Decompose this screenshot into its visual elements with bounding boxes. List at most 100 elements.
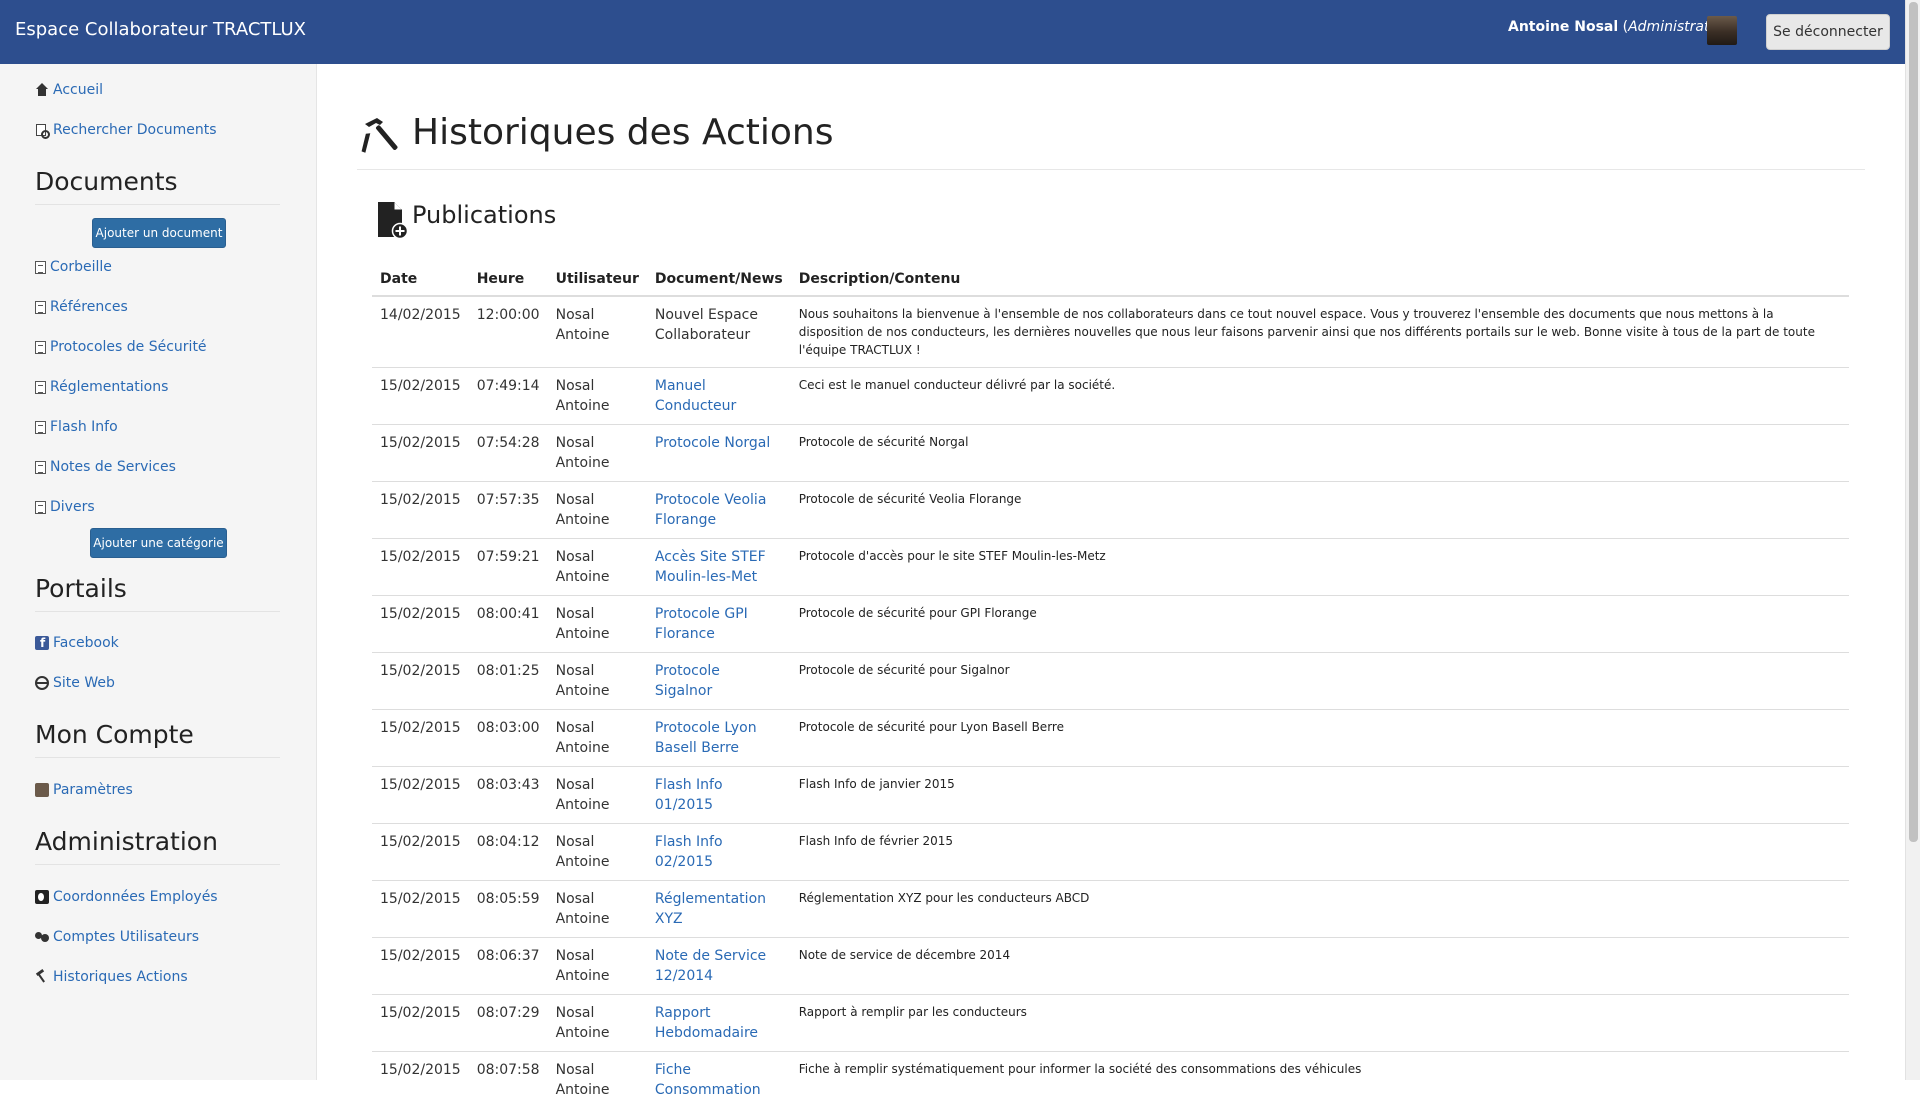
cell-date: 15/02/2015 xyxy=(372,424,469,482)
column-header-utilisateur[interactable]: Utilisateur xyxy=(547,262,647,297)
document-link[interactable]: Accès Site STEF Moulin-les-Met xyxy=(655,549,766,585)
document-link[interactable]: Fiche Consommation xyxy=(655,1062,761,1098)
cell-description: Protocole de sécurité pour GPI Florange xyxy=(790,595,1849,653)
sidebar-item-accueil[interactable]: Accueil xyxy=(35,78,103,102)
cell-document: Nouvel Espace Collaborateur xyxy=(646,295,791,368)
table-row: 15/02/2015 07:59:21 Nosal Antoine Accès Site… xyxy=(372,538,1849,596)
sidebar-item-label: Coordonnées Employés xyxy=(53,889,218,905)
brand-title[interactable]: Espace Collaborateur TRACTLUX xyxy=(15,19,306,40)
document-link[interactable]: Protocole GPI Florance xyxy=(655,606,748,642)
cell-document: Protocole Norgal xyxy=(646,424,791,482)
sidebar-item-label: Notes de Services xyxy=(50,459,176,475)
document-link[interactable]: Protocole Sigalnor xyxy=(655,663,720,699)
user-last-name: Nosal xyxy=(555,606,595,622)
sidebar-item-divers[interactable]: Divers xyxy=(35,495,95,519)
user-last-name: Nosal xyxy=(555,307,595,323)
sidebar-item-parametres[interactable]: Paramètres xyxy=(35,778,133,802)
sidebar-item-flash-info[interactable]: Flash Info xyxy=(35,415,118,439)
cell-user: Nosal Antoine xyxy=(547,937,647,995)
sidebar-item-label: Facebook xyxy=(53,635,119,651)
search-document-icon xyxy=(35,123,50,139)
section-title-portails: Portails xyxy=(35,574,280,612)
cell-document: Protocole Sigalnor xyxy=(646,652,791,710)
add-category-button[interactable]: Ajouter une catégorie xyxy=(90,528,227,558)
cell-description: Protocole de sécurité pour Sigalnor xyxy=(790,652,1849,710)
user-first-name: Antoine xyxy=(555,854,610,870)
sidebar-item-label: Flash Info xyxy=(50,419,118,435)
sidebar-item-rechercher-documents[interactable]: Rechercher Documents xyxy=(35,118,217,142)
cell-document: Protocole GPI Florance xyxy=(646,595,791,653)
document-title-line1: Flash Info xyxy=(654,834,723,850)
document-link[interactable]: Flash Info 01/2015 xyxy=(655,777,723,813)
vertical-scrollbar[interactable] xyxy=(1905,0,1920,1080)
document-icon xyxy=(35,420,46,434)
document-link[interactable]: Flash Info 02/2015 xyxy=(655,834,723,870)
sidebar-item-notes-de-services[interactable]: Notes de Services xyxy=(35,455,176,479)
table-row: 15/02/2015 07:54:28 Nosal Antoine Protocole … xyxy=(372,424,1849,482)
cell-description: Protocole de sécurité pour Lyon Basell B… xyxy=(790,709,1849,767)
cell-time: 07:54:28 xyxy=(468,424,548,482)
cell-user: Nosal Antoine xyxy=(547,709,647,767)
sidebar-item-coordonnees-employes[interactable]: Coordonnées Employés xyxy=(35,885,218,909)
user-last-name: Nosal xyxy=(555,378,595,394)
sidebar-item-protocoles[interactable]: Protocoles de Sécurité xyxy=(35,335,207,359)
document-link[interactable]: Réglementation XYZ xyxy=(655,891,766,927)
user-last-name: Nosal xyxy=(555,1062,595,1078)
cell-description: Protocole de sécurité Veolia Florange xyxy=(790,481,1849,539)
document-link[interactable]: Manuel Conducteur xyxy=(655,378,736,414)
table-row: 15/02/2015 08:07:58 Nosal Antoine Fiche Conso… xyxy=(372,1051,1849,1109)
cell-document: Fiche Consommation xyxy=(646,1051,791,1109)
user-first-name: Antoine xyxy=(555,683,610,699)
user-first-name: Antoine xyxy=(555,327,610,343)
cell-description: Rapport à remplir par les conducteurs xyxy=(790,994,1849,1052)
column-header-description[interactable]: Description/Contenu xyxy=(790,262,1849,297)
user-first-name: Antoine xyxy=(555,740,610,756)
document-title-line1: Réglementation xyxy=(654,891,767,907)
cell-date: 15/02/2015 xyxy=(372,538,469,596)
column-header-heure[interactable]: Heure xyxy=(468,262,548,297)
document-title-line2: Sigalnor xyxy=(654,683,713,699)
cell-user: Nosal Antoine xyxy=(547,595,647,653)
document-link[interactable]: Protocole Lyon Basell Berre xyxy=(655,720,757,756)
document-icon xyxy=(35,460,46,474)
document-title-line1: Protocole xyxy=(654,663,720,679)
cell-document: Accès Site STEF Moulin-les-Met xyxy=(646,538,791,596)
sidebar-item-comptes-utilisateurs[interactable]: Comptes Utilisateurs xyxy=(35,925,199,949)
user-first-name: Antoine xyxy=(555,968,610,984)
add-document-button[interactable]: Ajouter un document xyxy=(92,218,226,248)
scrollbar-thumb[interactable] xyxy=(1909,2,1918,842)
document-link[interactable]: Rapport Hebdomadaire xyxy=(655,1005,758,1041)
sidebar-item-facebook[interactable]: Facebook xyxy=(35,631,119,655)
avatar[interactable] xyxy=(1707,16,1737,45)
sidebar-item-corbeille[interactable]: Corbeille xyxy=(35,255,112,279)
user-first-name: Antoine xyxy=(555,1082,610,1098)
logout-button[interactable]: Se déconnecter xyxy=(1766,14,1890,50)
sidebar-item-label: Divers xyxy=(50,499,95,515)
current-user: Antoine Nosal (Administrateur) xyxy=(1508,19,1738,35)
user-last-name: Nosal xyxy=(555,435,595,451)
document-link[interactable]: Protocole Veolia Florange xyxy=(655,492,767,528)
cell-time: 07:59:21 xyxy=(468,538,548,596)
sidebar-item-label: Protocoles de Sécurité xyxy=(50,339,207,355)
cell-time: 07:57:35 xyxy=(468,481,548,539)
sidebar-item-site-web[interactable]: Site Web xyxy=(35,671,115,695)
column-header-document[interactable]: Document/News xyxy=(646,262,791,297)
table-row: 15/02/2015 08:04:12 Nosal Antoine Flash Info… xyxy=(372,823,1849,881)
table-row: 15/02/2015 08:03:00 Nosal Antoine Protocole … xyxy=(372,709,1849,767)
cell-date: 15/02/2015 xyxy=(372,595,469,653)
sidebar-item-references[interactable]: Références xyxy=(35,295,128,319)
document-icon xyxy=(35,300,46,314)
sidebar-item-historiques-actions[interactable]: Historiques Actions xyxy=(35,965,188,989)
cell-time: 08:00:41 xyxy=(468,595,548,653)
document-title-line2: 12/2014 xyxy=(654,968,714,984)
document-title-line2: Florange xyxy=(654,512,717,528)
column-header-date[interactable]: Date xyxy=(372,262,469,297)
document-title-line1: Protocole Veolia xyxy=(654,492,767,508)
document-link[interactable]: Note de Service 12/2014 xyxy=(655,948,766,984)
hammer-icon xyxy=(35,970,49,984)
sidebar-item-label: Historiques Actions xyxy=(53,969,188,985)
cell-user: Nosal Antoine xyxy=(547,880,647,938)
sidebar-item-reglementations[interactable]: Réglementations xyxy=(35,375,168,399)
document-link[interactable]: Protocole Norgal xyxy=(655,435,770,451)
cell-date: 15/02/2015 xyxy=(372,481,469,539)
